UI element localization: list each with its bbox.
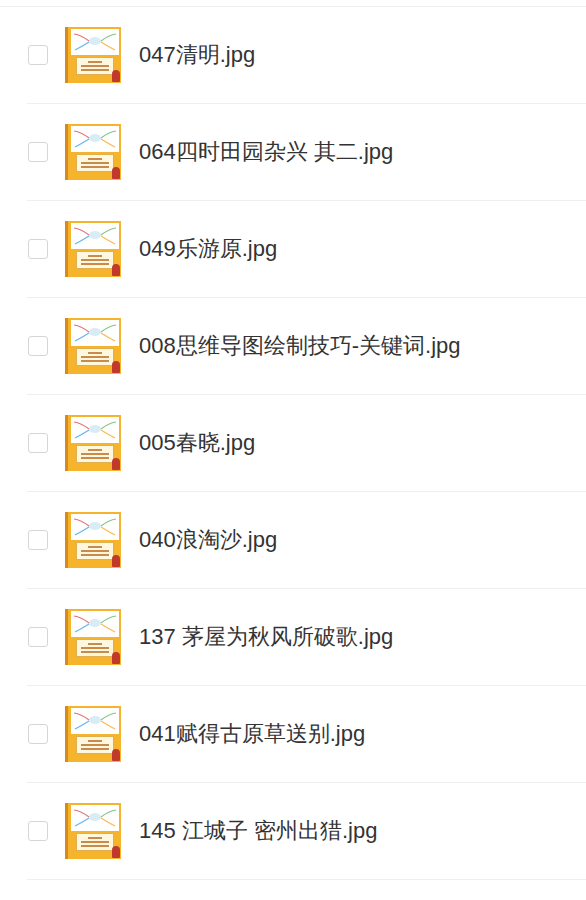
row-checkbox[interactable] bbox=[28, 724, 48, 744]
file-name[interactable]: 064四时田园杂兴 其二.jpg bbox=[139, 137, 401, 167]
mind-map-icon bbox=[71, 708, 119, 734]
mind-map-icon bbox=[71, 805, 119, 831]
cartoon-figure-icon bbox=[112, 652, 120, 664]
file-list-page: 047清明.jpg 064四时田园杂兴 其二.jpg 049乐游原.jpg 008思维… bbox=[0, 0, 586, 900]
mind-map-icon bbox=[71, 514, 119, 540]
image-thumbnail bbox=[65, 318, 121, 374]
file-row[interactable]: 064四时田园杂兴 其二.jpg bbox=[27, 104, 586, 201]
file-row[interactable]: 145 江城子 密州出猎.jpg bbox=[27, 783, 586, 880]
mind-map-icon bbox=[71, 223, 119, 249]
thumbnail-panel bbox=[76, 251, 114, 269]
file-name[interactable]: 049乐游原.jpg bbox=[139, 234, 285, 264]
file-name[interactable]: 040浪淘沙.jpg bbox=[139, 525, 285, 555]
image-thumbnail bbox=[65, 512, 121, 568]
thumbnail-panel bbox=[76, 57, 114, 75]
file-row[interactable]: 040浪淘沙.jpg bbox=[27, 492, 586, 589]
file-list: 047清明.jpg 064四时田园杂兴 其二.jpg 049乐游原.jpg 008思维… bbox=[0, 6, 586, 880]
thumbnail-panel bbox=[76, 348, 114, 366]
cartoon-figure-icon bbox=[112, 264, 120, 276]
cartoon-figure-icon bbox=[112, 749, 120, 761]
file-name[interactable]: 041赋得古原草送别.jpg bbox=[139, 719, 373, 749]
thumbnail-panel bbox=[76, 445, 114, 463]
row-checkbox[interactable] bbox=[28, 821, 48, 841]
row-checkbox[interactable] bbox=[28, 239, 48, 259]
file-row[interactable]: 047清明.jpg bbox=[27, 7, 586, 104]
file-name[interactable]: 145 江城子 密州出猎.jpg bbox=[139, 816, 385, 846]
image-thumbnail bbox=[65, 803, 121, 859]
cartoon-figure-icon bbox=[112, 70, 120, 82]
file-row[interactable]: 005春晓.jpg bbox=[27, 395, 586, 492]
row-checkbox[interactable] bbox=[28, 433, 48, 453]
file-row[interactable]: 049乐游原.jpg bbox=[27, 201, 586, 298]
image-thumbnail bbox=[65, 415, 121, 471]
row-checkbox[interactable] bbox=[28, 142, 48, 162]
file-row[interactable]: 008思维导图绘制技巧-关键词.jpg bbox=[27, 298, 586, 395]
thumbnail-panel bbox=[76, 154, 114, 172]
cartoon-figure-icon bbox=[112, 167, 120, 179]
mind-map-icon bbox=[71, 126, 119, 152]
row-checkbox[interactable] bbox=[28, 530, 48, 550]
image-thumbnail bbox=[65, 609, 121, 665]
file-name[interactable]: 137 茅屋为秋风所破歌.jpg bbox=[139, 622, 401, 652]
cartoon-figure-icon bbox=[112, 361, 120, 373]
mind-map-icon bbox=[71, 29, 119, 55]
file-row[interactable]: 041赋得古原草送别.jpg bbox=[27, 686, 586, 783]
image-thumbnail bbox=[65, 124, 121, 180]
thumbnail-panel bbox=[76, 833, 114, 851]
cartoon-figure-icon bbox=[112, 846, 120, 858]
cartoon-figure-icon bbox=[112, 555, 120, 567]
row-checkbox[interactable] bbox=[28, 45, 48, 65]
image-thumbnail bbox=[65, 706, 121, 762]
row-checkbox[interactable] bbox=[28, 627, 48, 647]
file-name[interactable]: 047清明.jpg bbox=[139, 40, 263, 70]
image-thumbnail bbox=[65, 221, 121, 277]
thumbnail-panel bbox=[76, 542, 114, 560]
mind-map-icon bbox=[71, 417, 119, 443]
cartoon-figure-icon bbox=[112, 458, 120, 470]
image-thumbnail bbox=[65, 27, 121, 83]
thumbnail-panel bbox=[76, 639, 114, 657]
thumbnail-panel bbox=[76, 736, 114, 754]
mind-map-icon bbox=[71, 611, 119, 637]
file-row[interactable]: 137 茅屋为秋风所破歌.jpg bbox=[27, 589, 586, 686]
file-name[interactable]: 008思维导图绘制技巧-关键词.jpg bbox=[139, 331, 469, 361]
file-name[interactable]: 005春晓.jpg bbox=[139, 428, 263, 458]
row-checkbox[interactable] bbox=[28, 336, 48, 356]
mind-map-icon bbox=[71, 320, 119, 346]
